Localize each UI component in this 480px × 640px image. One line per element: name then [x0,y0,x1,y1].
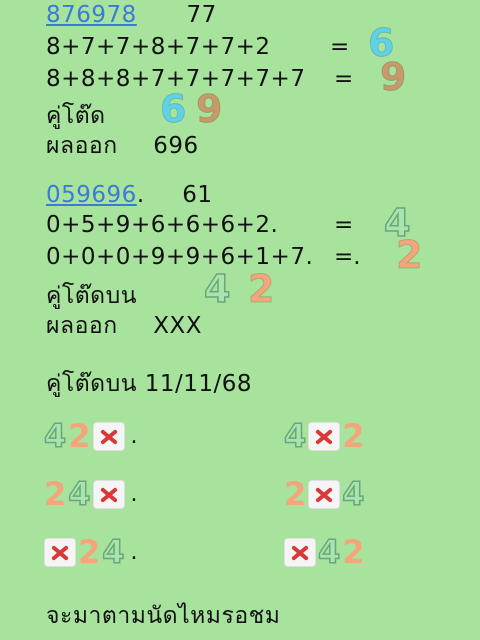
block2-eq1: = [334,212,354,238]
combo-dot: . [130,481,138,507]
block2-header: 059696. 61 [46,182,213,208]
block1-pair-b: 9 [195,87,223,131]
block1-result-label: ผลออก [46,133,118,159]
block1-result-row: ผลออก 696 [46,128,199,164]
block1-result2-digit: 9 [379,55,407,99]
combo-digit: 2 [284,475,307,513]
combo-6: 4 2 [284,533,365,571]
block2-pair-b: 2 [247,267,275,311]
combo-dot: . [130,539,138,565]
combo-2: 4 2 [283,417,365,455]
combo-digit: 2 [342,533,365,571]
cross-icon [284,537,316,567]
cross-icon [92,479,125,509]
combo-digit: 4 [43,417,67,455]
block2-code-dot: . [136,182,145,208]
combo-digit: 4 [342,475,366,513]
block2-result-label: ผลออก [46,313,118,339]
combo-4: 2 4 [284,475,366,513]
cross-icon [44,537,76,567]
block2-pair-a: 4 [203,267,231,311]
cross-icon [92,421,125,451]
block1-code-link[interactable]: 876978 [46,2,137,28]
combo-digit: 2 [342,417,365,455]
block1-number: 77 [186,2,217,28]
date-line: คู่โต๊ดบน 11/11/68 [46,371,253,397]
combo-digit: 2 [78,533,101,571]
block2-number: 61 [182,182,213,208]
block1-result-value: 696 [153,133,199,159]
block2-eq2: =. [334,244,361,270]
combo-digit: 4 [68,475,92,513]
block1-header: 876978 77 [46,2,217,28]
combo-digit: 4 [102,533,126,571]
combo-5: 2 4 . [44,533,138,571]
block1-pair-a: 6 [159,87,187,131]
combo-1: 4 2 . [43,417,138,455]
cross-icon [308,421,341,451]
block1-sum1: 8+7+7+8+7+7+2 [46,34,271,60]
combo-digit: 4 [317,533,341,571]
combo-digit: 2 [44,475,67,513]
combo-dot: . [130,423,138,449]
combo-digit: 4 [283,417,307,455]
combo-3: 2 4 . [44,475,138,513]
block2-sum1: 0+5+9+6+6+6+2. [46,212,279,238]
block1-eq2: = [334,66,354,92]
block2-result2-digit: 2 [395,233,423,277]
block2-code-link[interactable]: 059696 [46,182,137,208]
block2-result-row: ผลออก XXX [46,308,202,344]
block1-eq1: = [330,34,350,60]
block2-result-value: XXX [153,313,203,339]
combo-digit: 2 [68,417,91,455]
footer-text: จะมาตามนัดไหมรอชม [46,603,281,629]
cross-icon [308,479,341,509]
